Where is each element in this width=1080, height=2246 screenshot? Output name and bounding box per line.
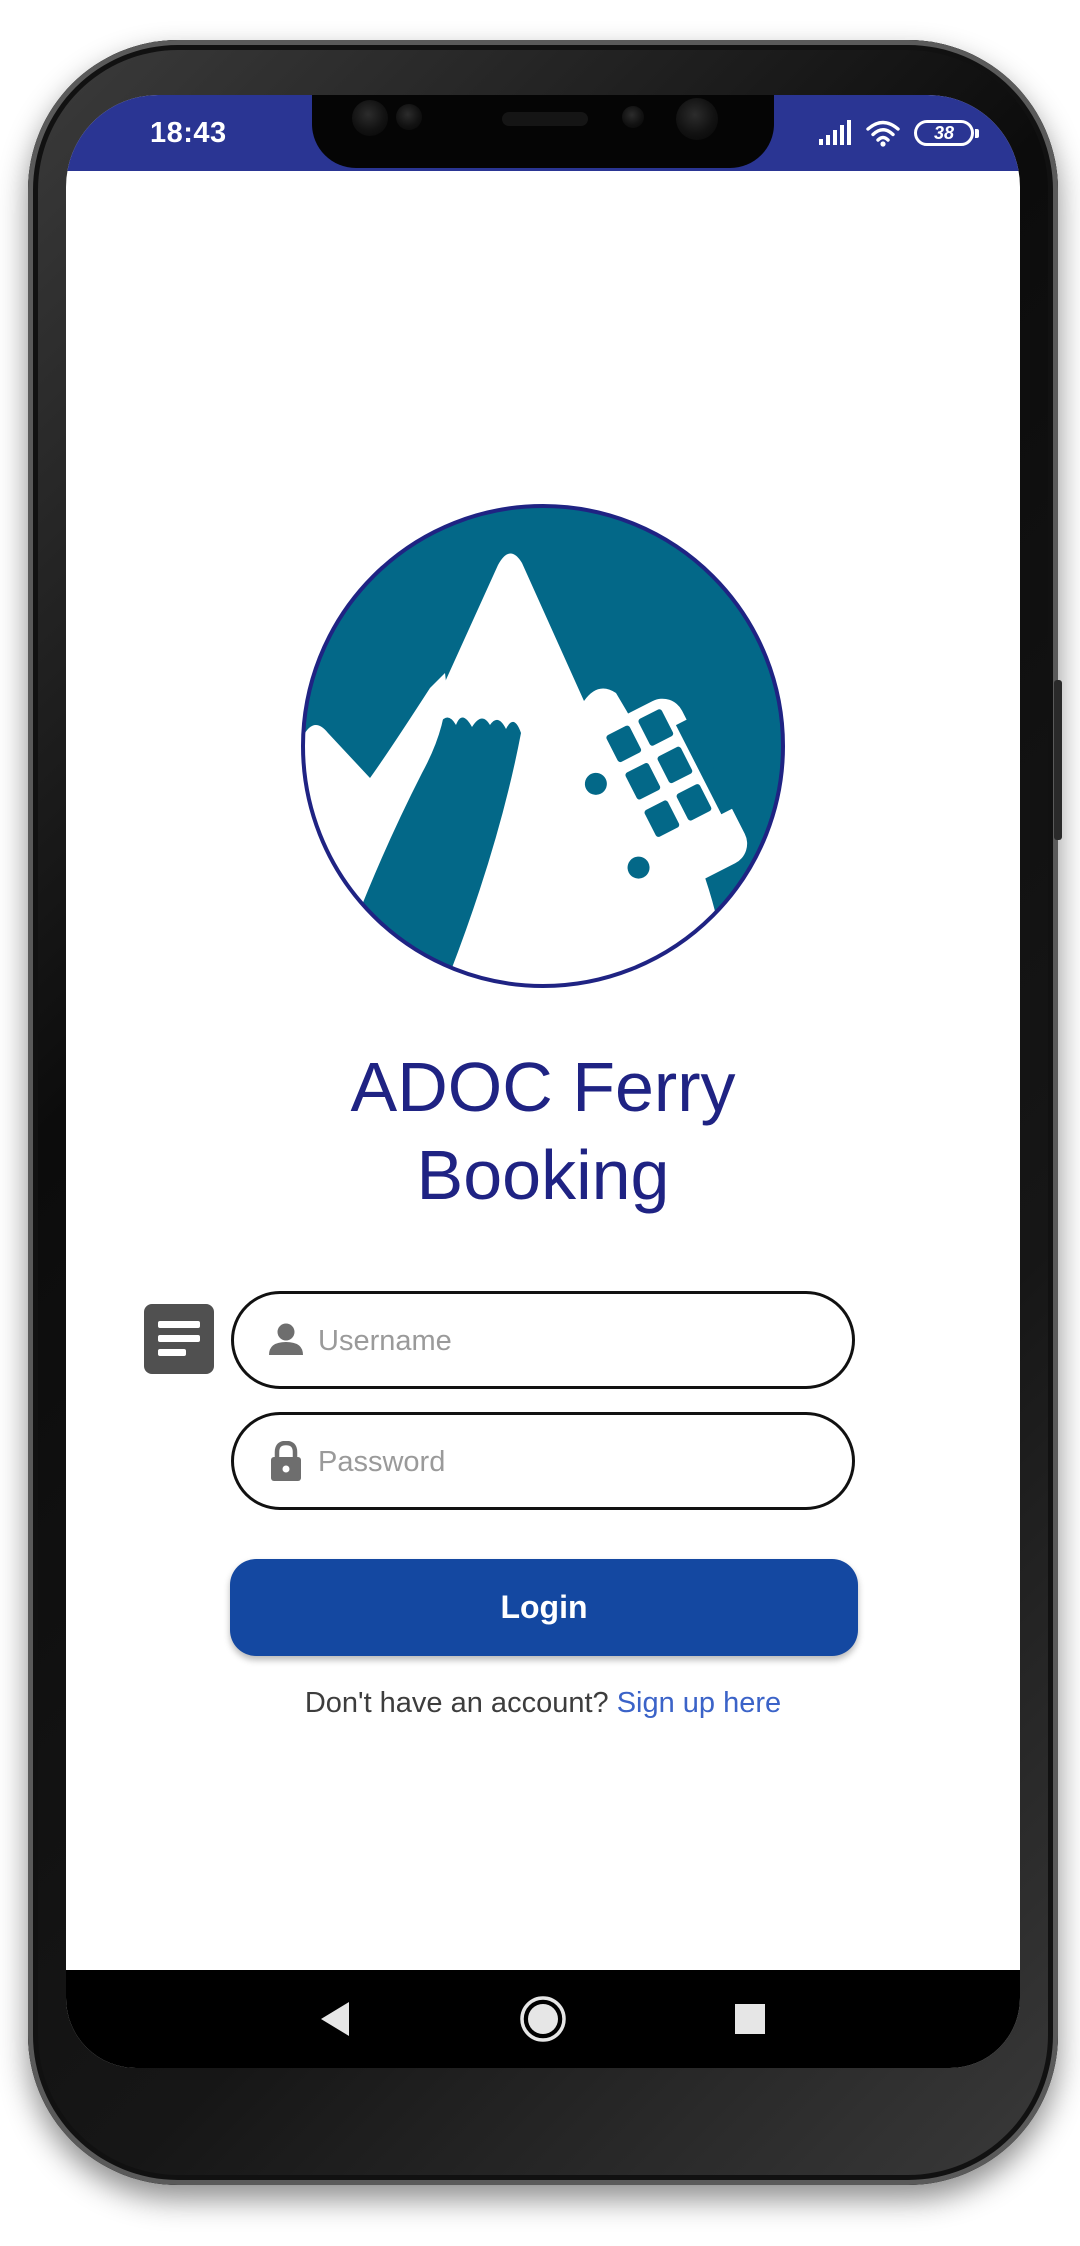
battery-icon: 38 bbox=[914, 120, 979, 146]
status-time: 18:43 bbox=[150, 117, 227, 149]
front-camera-icon bbox=[676, 98, 718, 140]
phone-screen: 18:43 38 ADOC Ferry Booking Username Log… bbox=[66, 95, 1020, 2068]
notes-icon[interactable] bbox=[144, 1304, 214, 1374]
password-input[interactable] bbox=[316, 1435, 816, 1489]
app-title: ADOC Ferry Booking bbox=[350, 1048, 736, 1214]
signup-prompt: Don't have an account? Sign up here bbox=[66, 1687, 1020, 1720]
person-icon bbox=[269, 1323, 303, 1355]
phone-side-button bbox=[1054, 680, 1062, 840]
status-icons: 38 bbox=[818, 114, 979, 152]
signup-prompt-text: Don't have an account? bbox=[304, 1687, 609, 1719]
lock-icon bbox=[271, 1441, 301, 1481]
password-field[interactable] bbox=[231, 1412, 855, 1510]
sensor-icon bbox=[396, 104, 422, 130]
username-input[interactable] bbox=[316, 1314, 816, 1368]
signal-icon bbox=[819, 120, 851, 145]
back-icon[interactable] bbox=[311, 1994, 361, 2044]
speaker-grille bbox=[502, 112, 588, 126]
sensor-icon bbox=[622, 106, 644, 128]
app-logo bbox=[300, 503, 786, 989]
sensor-icon bbox=[352, 100, 388, 136]
signup-link[interactable]: Sign up here bbox=[617, 1687, 781, 1719]
mountain-bus-logo bbox=[301, 504, 785, 988]
recents-icon[interactable] bbox=[725, 1994, 775, 2044]
notch bbox=[312, 95, 774, 168]
notes-icon-line bbox=[158, 1335, 200, 1342]
login-button[interactable]: Login bbox=[230, 1559, 858, 1656]
notes-icon-line bbox=[158, 1321, 200, 1328]
battery-level: 38 bbox=[933, 123, 955, 143]
wifi-icon bbox=[866, 120, 900, 147]
navigation-bar bbox=[66, 1970, 1020, 2068]
username-field[interactable] bbox=[231, 1291, 855, 1389]
home-icon[interactable] bbox=[518, 1994, 568, 2044]
notes-icon-line bbox=[158, 1349, 186, 1356]
